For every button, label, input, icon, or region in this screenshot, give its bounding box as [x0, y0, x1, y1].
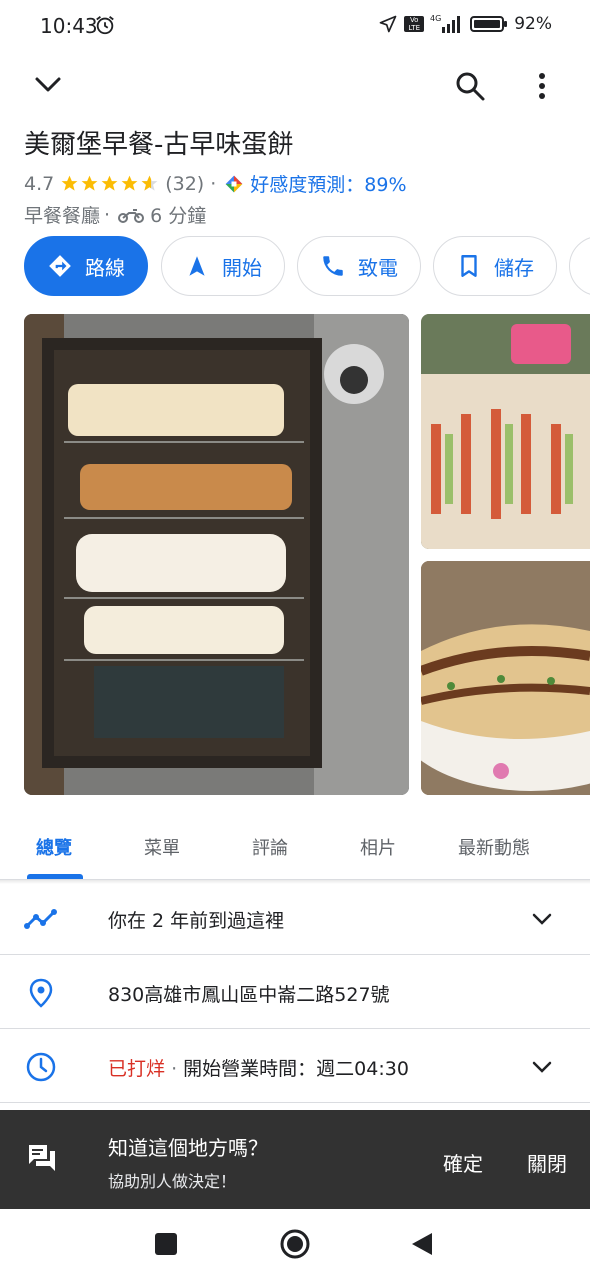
save-label: 儲存 — [494, 255, 534, 280]
review-count[interactable]: (32) — [165, 173, 204, 195]
tab-reviews[interactable]: 評論 — [252, 834, 288, 860]
photo-sandwiches[interactable] — [421, 314, 590, 549]
hours-text: 已打烊 · 開始營業時間：週二04:30 — [108, 1054, 409, 1081]
phone-icon — [323, 256, 343, 276]
star-half-icon — [141, 175, 158, 191]
closed-status: 已打烊 — [108, 1058, 166, 1080]
alarm-icon — [96, 16, 114, 35]
recents-icon[interactable] — [155, 1233, 177, 1255]
navigation-arrow-icon — [189, 256, 205, 276]
star-icon — [81, 175, 98, 191]
tab-bar: 總覽 菜單 評論 相片 最新動態 — [0, 816, 590, 880]
more-vert-icon[interactable] — [528, 68, 556, 104]
call-label: 致電 — [358, 255, 398, 280]
star-icon — [101, 175, 118, 191]
egg-pancake-image — [421, 561, 590, 795]
battery-icon — [470, 16, 508, 32]
system-navbar — [0, 1209, 590, 1280]
visit-history-row[interactable]: 你在 2 年前到過這裡 — [0, 882, 590, 955]
visit-history-text: 你在 2 年前到過這裡 — [108, 910, 285, 932]
directions-button[interactable]: 路線 — [24, 236, 148, 296]
directions-label: 路線 — [85, 255, 125, 280]
tab-indicator — [27, 874, 83, 879]
snackbar-title: 知道這個地方嗎？ — [108, 1136, 268, 1160]
header — [0, 60, 590, 110]
snackbar-subtitle: 協助別人做決定！ — [108, 1172, 237, 1191]
address-row[interactable]: 830高雄市鳳山區中崙二路527號 — [0, 956, 590, 1029]
star-rating — [60, 174, 159, 193]
opening-hours: 開始營業時間：週二04:30 — [183, 1058, 409, 1080]
address-text: 830高雄市鳳山區中崙二路527號 — [108, 984, 390, 1006]
chevron-down-icon[interactable] — [530, 1056, 554, 1078]
photo-bread-cabinet[interactable] — [24, 314, 409, 795]
close-button[interactable]: 關閉 — [527, 1148, 567, 1177]
clock-icon — [26, 1052, 56, 1082]
battery-percent: 92% — [514, 14, 552, 34]
back-icon[interactable] — [410, 1231, 434, 1257]
home-icon[interactable] — [279, 1228, 311, 1260]
search-icon[interactable] — [452, 68, 488, 104]
volte-icon: Vo LTE — [404, 16, 425, 32]
place-title: 美爾堡早餐-古早味蛋餅 — [24, 130, 294, 160]
chevron-down-icon[interactable] — [530, 908, 554, 930]
status-time: 10:43 — [40, 14, 98, 38]
motorcycle-icon — [118, 208, 145, 223]
svg-text:4G: 4G — [430, 14, 441, 23]
collapse-chevron-icon[interactable] — [30, 70, 66, 100]
star-icon — [61, 175, 78, 191]
confirm-button[interactable]: 確定 — [443, 1148, 483, 1177]
star-icon — [121, 175, 138, 191]
tab-updates[interactable]: 最新動態 — [458, 834, 530, 860]
photo-egg-pancake[interactable] — [421, 561, 590, 795]
signal-icon: 4G — [430, 14, 461, 33]
tab-photos[interactable]: 相片 — [360, 834, 396, 860]
rating-value: 4.7 — [24, 172, 55, 195]
feedback-chat-icon — [29, 1145, 55, 1171]
bookmark-icon — [461, 255, 477, 277]
action-chips: 路線 開始 致電 儲存 — [24, 236, 590, 296]
match-prediction[interactable]: 好感度預測：89% — [250, 170, 406, 197]
separator-dot: · — [104, 203, 111, 226]
status-bar: 10:43 Vo LTE 4G 92% — [0, 0, 590, 52]
save-button[interactable]: 儲存 — [433, 236, 557, 296]
google-maps-logo-icon — [225, 175, 243, 192]
separator-dot: · — [171, 1058, 178, 1080]
directions-icon — [49, 255, 71, 277]
start-label: 開始 — [222, 255, 262, 280]
location-arrow-icon — [379, 15, 397, 33]
separator-dot: · — [210, 172, 217, 195]
contribute-snackbar: 知道這個地方嗎？ 協助別人做決定！ 確定 關閉 — [0, 1110, 590, 1209]
sandwiches-image — [421, 314, 590, 549]
bread-cabinet-image — [24, 314, 409, 795]
tab-menu[interactable]: 菜單 — [144, 834, 180, 860]
call-button[interactable]: 致電 — [297, 236, 421, 296]
start-button[interactable]: 開始 — [161, 236, 285, 296]
hours-row[interactable]: 已打烊 · 開始營業時間：週二04:30 — [0, 1030, 590, 1103]
status-icons: Vo LTE 4G 92% — [378, 14, 552, 34]
category-row: 早餐餐廳 · 6 分鐘 — [24, 201, 206, 228]
location-pin-icon — [29, 978, 53, 1008]
travel-time: 6 分鐘 — [150, 205, 207, 227]
timeline-icon — [24, 909, 57, 929]
category: 早餐餐廳 — [24, 205, 101, 227]
rating-row: 4.7 (32) · 好感度預測：89% — [24, 170, 407, 197]
share-button[interactable] — [569, 236, 590, 296]
tab-overview[interactable]: 總覽 — [36, 834, 72, 860]
